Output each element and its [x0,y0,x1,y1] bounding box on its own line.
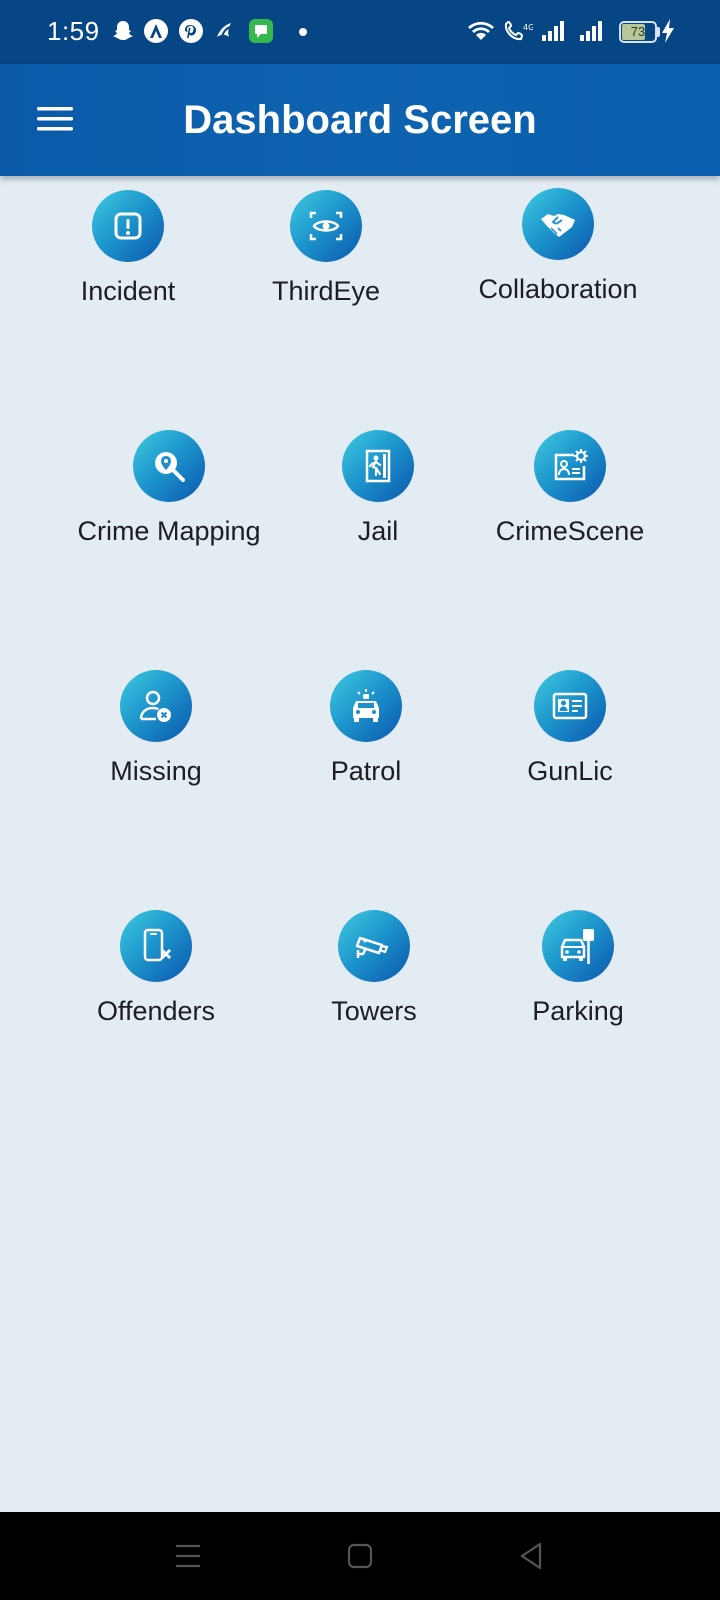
status-time: 1:59 [47,16,100,46]
tile-icon-circle [522,188,594,260]
tile-icon-circle [290,190,362,262]
exclamation-icon [114,212,142,240]
charging-icon [660,18,676,44]
recents-icon [176,1544,200,1568]
tile-label: GunLic [527,756,613,786]
tile-patrol[interactable]: Patrol [266,670,466,810]
phone-cancel-icon [143,928,171,962]
map-search-icon [155,452,185,482]
battery-percent: 73 [630,24,646,39]
jail-door-icon [365,449,391,483]
recents-button[interactable] [170,1538,206,1574]
home-icon [347,1543,373,1569]
tile-crimescene[interactable]: CrimeScene [470,430,670,570]
tile-label: Parking [532,996,624,1026]
back-button[interactable] [514,1538,550,1574]
home-button[interactable] [342,1538,378,1574]
tile-label: Collaboration [478,274,638,304]
handshake-icon [541,214,575,237]
signal-sim1-icon [540,18,566,44]
system-nav-bar [0,1512,720,1600]
cctv-camera-icon [355,936,389,958]
back-icon [520,1542,542,1570]
tile-parking[interactable]: Parking [478,910,678,1050]
tile-icon-circle [330,670,402,742]
wifi-icon [466,18,496,44]
tile-thirdeye[interactable]: ThirdEye [226,190,426,330]
tile-icon-circle [534,430,606,502]
patrol-car-icon [353,689,379,722]
messages-icon [248,18,274,44]
tile-label: CrimeScene [495,516,645,546]
app-a-icon [143,18,169,44]
tile-incident[interactable]: Incident [28,190,228,330]
signal-sim2-icon [578,18,604,44]
battery-icon: 73 [619,21,657,43]
tile-towers[interactable]: Towers [274,910,474,1050]
tile-icon-circle [338,910,410,982]
tile-icon-circle [133,430,205,502]
tile-icon-circle [120,670,192,742]
tile-icon-circle [542,910,614,982]
parking-icon [560,929,594,964]
svg-text:4G: 4G [523,23,533,32]
tile-icon-circle [342,430,414,502]
page-title: Dashboard Screen [183,98,537,142]
pinterest-icon [178,18,204,44]
tile-jail[interactable]: Jail [278,430,478,570]
app-swirl-icon [212,18,238,44]
tile-crime-mapping[interactable]: Crime Mapping [69,430,269,570]
more-notifications-dot [299,28,307,36]
license-card-icon [552,692,588,720]
tile-icon-circle [120,910,192,982]
volte-call-icon: 4G [503,18,534,44]
tile-collaboration[interactable]: Collaboration [458,188,658,328]
eye-scan-icon [309,211,343,241]
missing-person-icon [139,690,171,722]
app-bar: Dashboard Screen [0,64,720,176]
tile-icon-circle [534,670,606,742]
status-bar: 1:59 4G 73 [0,0,720,64]
crime-scene-icon [554,449,588,481]
tile-offenders[interactable]: Offenders [56,910,256,1050]
dashboard-screen: 1:59 4G 73 Dashboard Screen Incident Thi… [0,0,720,1600]
tile-missing[interactable]: Missing [56,670,256,810]
tile-gunlic[interactable]: GunLic [470,670,670,810]
tile-icon-circle [92,190,164,262]
snapchat-icon [110,18,136,44]
